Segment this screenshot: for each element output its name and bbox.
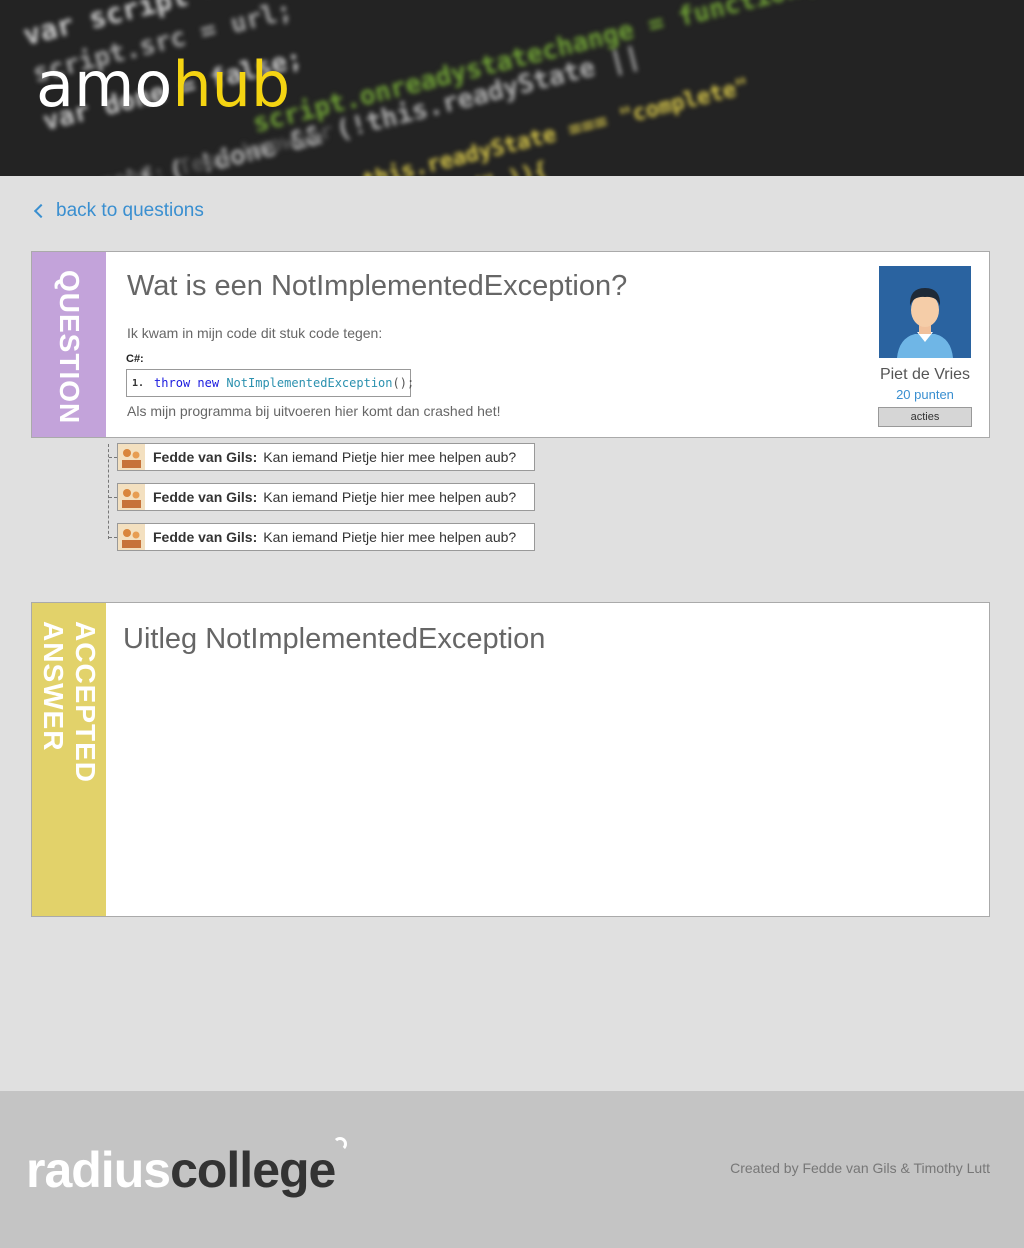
person-icon (879, 266, 971, 358)
amohub-logo[interactable]: amohub (36, 48, 290, 121)
author-avatar[interactable] (879, 266, 971, 358)
chevron-left-icon (33, 203, 49, 219)
comment-tree-line (108, 444, 109, 539)
site-header: var script = script.src = url; var done … (0, 0, 1024, 176)
comment-item: Fedde van Gils: Kan iemand Pietje hier m… (109, 523, 535, 551)
back-link-label: back to questions (56, 200, 204, 221)
comment-author: Fedde van Gils: (153, 449, 258, 465)
commenter-avatar-icon[interactable] (118, 444, 145, 470)
code-snippet: 1. throw new NotImplementedException (); (126, 369, 414, 397)
author-name[interactable]: Piet de Vries (878, 366, 972, 384)
code-language-label: C#: (126, 353, 144, 365)
commenter-avatar-icon[interactable] (118, 484, 145, 510)
logo-swirl-icon (333, 1137, 347, 1151)
answer-side-label: ACCEPTED ANSWER (32, 603, 106, 916)
code-line: // TODO: Test browser (60, 118, 336, 176)
comment-item: Fedde van Gils: Kan iemand Pietje hier m… (109, 443, 535, 471)
logo-amo-text: amo (36, 48, 173, 121)
back-to-questions-link[interactable]: back to questions (32, 200, 204, 222)
answer-side-text: ACCEPTED ANSWER (38, 621, 101, 784)
comment-author: Fedde van Gils: (153, 529, 258, 545)
comment-text: Kan iemand Pietje hier mee helpen aub? (263, 489, 517, 505)
code-keyword-new: new (197, 376, 220, 390)
actions-button[interactable]: acties (878, 407, 972, 427)
code-line-number: 1. (132, 377, 145, 389)
comment-item: Fedde van Gils: Kan iemand Pietje hier m… (109, 483, 535, 511)
question-intro: Ik kwam in mijn code dit stuk code tegen… (127, 325, 383, 341)
comment-text: Kan iemand Pietje hier mee helpen aub? (263, 449, 517, 465)
comment-text: Kan iemand Pietje hier mee helpen aub? (263, 529, 517, 545)
comment-author: Fedde van Gils: (153, 489, 258, 505)
answer-title: Uitleg NotImplementedException (123, 623, 546, 655)
code-rest: (); (392, 376, 415, 390)
question-footer-text: Als mijn programma bij uitvoeren hier ko… (127, 403, 501, 419)
site-footer: radiuscollege Created by Fedde van Gils … (0, 1091, 1024, 1248)
logo-college-text: college (170, 1142, 336, 1198)
question-author-box: Piet de Vries 20 punten acties (878, 266, 972, 427)
radius-college-logo[interactable]: radiuscollege (26, 1137, 347, 1199)
footer-credits: Created by Fedde van Gils & Timothy Lutt (730, 1160, 990, 1176)
logo-hub-text: hub (172, 48, 291, 121)
logo-radius-text: radius (26, 1142, 171, 1198)
question-title: Wat is een NotImplementedException? (127, 270, 628, 302)
commenter-avatar-icon[interactable] (118, 524, 145, 550)
question-side-label: QUESTION (32, 252, 106, 437)
question-side-text: QUESTION (54, 270, 85, 425)
accepted-answer-card: ACCEPTED ANSWER Uitleg NotImplementedExc… (31, 602, 990, 917)
question-card: QUESTION Wat is een NotImplementedExcept… (31, 251, 990, 438)
code-keyword-throw: throw (154, 376, 191, 390)
author-points: 20 punten (896, 387, 954, 402)
code-type: NotImplementedException (226, 376, 393, 390)
